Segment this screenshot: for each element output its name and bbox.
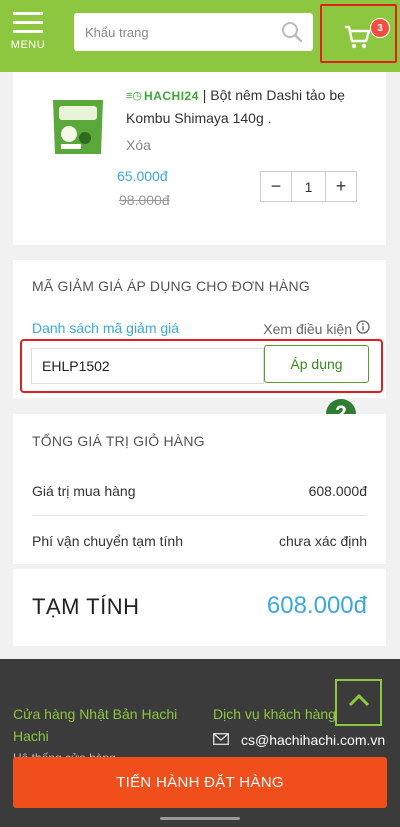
apply-coupon-button[interactable]: Áp dụng	[264, 345, 369, 383]
brand-logo: ≡◷ HACHI24	[126, 85, 199, 107]
footer-email-text: cs@hachihachi.com.vn	[241, 732, 386, 748]
quantity-stepper: − 1 +	[260, 171, 357, 202]
menu-button[interactable]: MENU	[8, 12, 48, 62]
purchase-value-amount: 608.000đ	[308, 483, 367, 499]
top-header: MENU 3	[0, 0, 400, 72]
product-original-price: 98.000đ	[119, 192, 170, 208]
product-name-line1[interactable]: | Bột nêm Dashi tảo bẹ	[203, 87, 345, 103]
cart-button[interactable]: 3	[320, 4, 397, 63]
product-name-line2[interactable]: Kombu Shimaya 140g .	[126, 107, 371, 129]
mail-icon	[213, 732, 229, 748]
home-indicator	[160, 817, 240, 820]
cart-count-badge: 3	[370, 18, 390, 38]
quantity-increase-button[interactable]: +	[326, 172, 356, 201]
footer-store-title[interactable]: Cửa hàng Nhật Bản Hachi Hachi	[13, 703, 177, 747]
coupon-entry-highlight: Áp dụng	[20, 339, 383, 393]
footer-email[interactable]: cs@hachihachi.com.vn	[213, 732, 385, 748]
info-icon	[356, 320, 370, 337]
brand-name: HACHI24	[144, 89, 199, 104]
search-icon[interactable]	[281, 21, 303, 48]
clock-icon: ≡◷	[126, 90, 143, 103]
shipping-fee-row: Phí vận chuyển tạm tính chưa xác định	[32, 533, 367, 549]
divider	[32, 515, 367, 516]
menu-icon-bar	[13, 30, 43, 33]
totals-section-title: TỔNG GIÁ TRỊ GIỎ HÀNG	[32, 433, 205, 449]
cart-totals-card: TỔNG GIÁ TRỊ GIỎ HÀNG Giá trị mua hàng 6…	[13, 414, 386, 564]
shipping-fee-label: Phí vận chuyển tạm tính	[32, 533, 183, 549]
chevron-up-icon	[348, 693, 370, 712]
checkout-button[interactable]: TIẾN HÀNH ĐẶT HÀNG	[13, 757, 387, 808]
subtotal-label: TẠM TÍNH	[32, 594, 140, 619]
cart-icon	[344, 24, 372, 55]
back-to-top-button[interactable]	[335, 679, 382, 726]
coupon-list-link[interactable]: Danh sách mã giảm giá	[32, 320, 179, 336]
subtotal-card: TẠM TÍNH 608.000đ	[13, 569, 386, 646]
conditions-link-label: Xem điều kiện	[263, 320, 352, 337]
purchase-value-label: Giá trị mua hàng	[32, 483, 136, 499]
footer-store-title-line1: Cửa hàng Nhật Bản Hachi	[13, 706, 178, 722]
remove-item-link[interactable]: Xóa	[126, 137, 151, 153]
shipping-fee-value: chưa xác định	[279, 533, 367, 549]
product-price: 65.000đ	[117, 168, 168, 184]
quantity-decrease-button[interactable]: −	[261, 172, 291, 201]
product-image[interactable]	[49, 96, 107, 158]
search-box	[74, 13, 313, 51]
search-input[interactable]	[74, 13, 264, 51]
purchase-value-row: Giá trị mua hàng 608.000đ	[32, 483, 367, 499]
quantity-value[interactable]: 1	[291, 172, 326, 201]
coupon-code-input[interactable]	[31, 348, 264, 384]
subtotal-value: 608.000đ	[266, 592, 367, 619]
coupon-section-title: MÃ GIẢM GIÁ ÁP DỤNG CHO ĐƠN HÀNG	[32, 278, 310, 294]
conditions-link[interactable]: Xem điều kiện	[263, 320, 370, 337]
footer-store-title-line2: Hachi	[13, 728, 49, 744]
product-info: ≡◷ HACHI24 | Bột nêm Dashi tảo bẹ Kombu …	[126, 84, 371, 155]
cart-item-card: ≡◷ HACHI24 | Bột nêm Dashi tảo bẹ Kombu …	[13, 72, 386, 245]
menu-icon-bar	[13, 21, 43, 24]
menu-label: MENU	[10, 39, 46, 51]
footer-service-title[interactable]: Dịch vụ khách hàng	[213, 703, 336, 725]
menu-icon	[13, 12, 43, 15]
coupon-card: MÃ GIẢM GIÁ ÁP DỤNG CHO ĐƠN HÀNG Danh sá…	[13, 260, 386, 398]
